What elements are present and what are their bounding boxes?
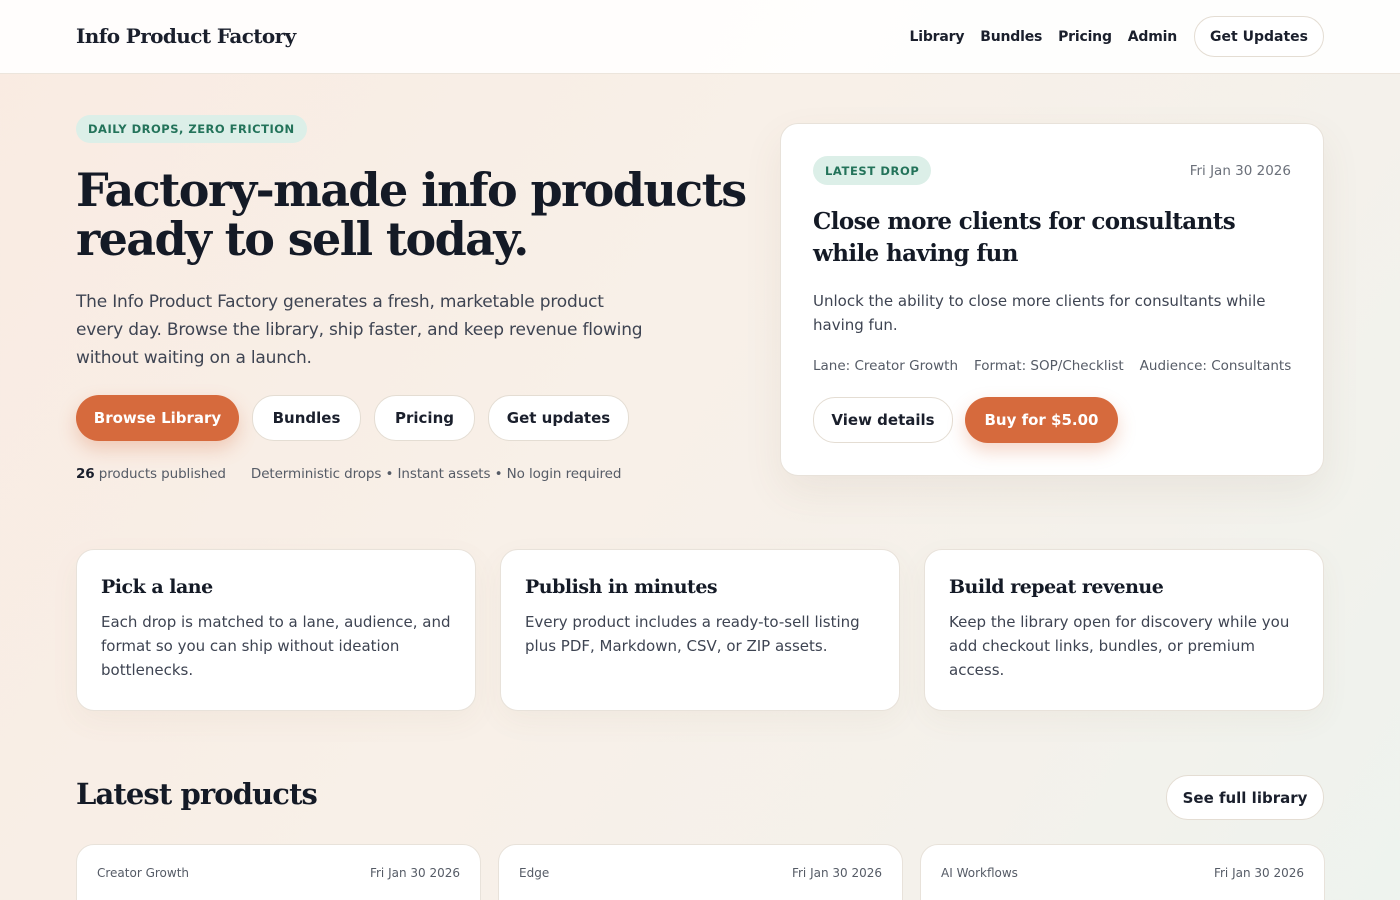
get-updates-button[interactable]: Get Updates [1194,16,1324,57]
hero-stats: 26 products published Deterministic drop… [76,466,621,482]
view-details-button[interactable]: View details [813,397,953,443]
product-date: Fri Jan 30 2026 [1213,866,1304,880]
drop-meta-audience: Audience: Consultants [1139,358,1292,374]
feature-text: Every product includes a ready-to-sell l… [525,613,860,655]
product-date: Fri Jan 30 2026 [369,866,460,880]
product-lane: AI Workflows [941,866,1018,880]
pricing-button[interactable]: Pricing [374,395,475,441]
product-lane: Creator Growth [97,866,190,880]
hero-tagline: Deterministic drops • Instant assets • N… [250,466,622,482]
latest-drop-title: Close more clients for consultants while… [813,208,1236,267]
product-date: Fri Jan 30 2026 [791,866,882,880]
feature-text: Each drop is matched to a lane, audience… [101,613,451,679]
products-count-label: products published [98,466,226,482]
nav-link-pricing[interactable]: Pricing [1058,29,1112,45]
drop-meta-lane: Lane: Creator Growth [813,358,959,374]
hero-title: Factory-made info products ready to sell… [76,163,747,266]
product-grid: Creator Growth Fri Jan 30 2026 Edge Fri … [76,844,1325,900]
drop-meta-format: Format: SOP/Checklist [974,358,1124,374]
nav-link-bundles[interactable]: Bundles [980,29,1042,45]
products-count-number: 26 [76,466,95,482]
latest-products-title: Latest products [76,777,318,811]
buy-button[interactable]: Buy for $5.00 [965,397,1118,443]
latest-drop-badge: LATEST DROP [813,156,932,185]
product-lane: Edge [519,866,550,880]
product-card[interactable]: Creator Growth Fri Jan 30 2026 [76,844,481,900]
feature-text: Keep the library open for discovery whil… [949,613,1290,679]
latest-drop-date: Fri Jan 30 2026 [1189,163,1291,179]
get-updates-hero-button[interactable]: Get updates [488,395,629,441]
latest-drop-actions: View details Buy for $5.00 [813,397,1118,443]
hero-subtitle: The Info Product Factory generates a fre… [76,292,643,368]
nav-links: Library Bundles Pricing Admin Get Update… [910,16,1324,57]
product-card[interactable]: AI Workflows Fri Jan 30 2026 [920,844,1325,900]
products-count: 26 products published [76,466,226,482]
latest-drop-card: LATEST DROP Fri Jan 30 2026 Close more c… [780,123,1324,476]
feature-title: Publish in minutes [525,576,718,598]
browse-library-button[interactable]: Browse Library [76,395,239,441]
hero-actions: Browse Library Bundles Pricing Get updat… [76,395,629,441]
nav-link-admin[interactable]: Admin [1128,29,1177,45]
nav-link-library[interactable]: Library [910,29,965,45]
product-card[interactable]: Edge Fri Jan 30 2026 [498,844,903,900]
bundles-button[interactable]: Bundles [252,395,361,441]
latest-drop-description: Unlock the ability to close more clients… [813,292,1266,334]
brand-logo[interactable]: Info Product Factory [76,24,296,48]
feature-card: Pick a lane Each drop is matched to a la… [76,549,476,711]
feature-card: Publish in minutes Every product include… [500,549,900,711]
feature-card: Build repeat revenue Keep the library op… [924,549,1324,711]
feature-title: Pick a lane [101,576,213,598]
feature-cards: Pick a lane Each drop is matched to a la… [76,549,1324,711]
see-full-library-button[interactable]: See full library [1166,775,1324,820]
latest-drop-meta: Lane: Creator Growth Format: SOP/Checkli… [813,358,1291,374]
feature-title: Build repeat revenue [949,576,1164,598]
top-nav: Info Product Factory Library Bundles Pri… [0,0,1400,74]
hero-tag: DAILY DROPS, ZERO FRICTION [76,115,307,143]
